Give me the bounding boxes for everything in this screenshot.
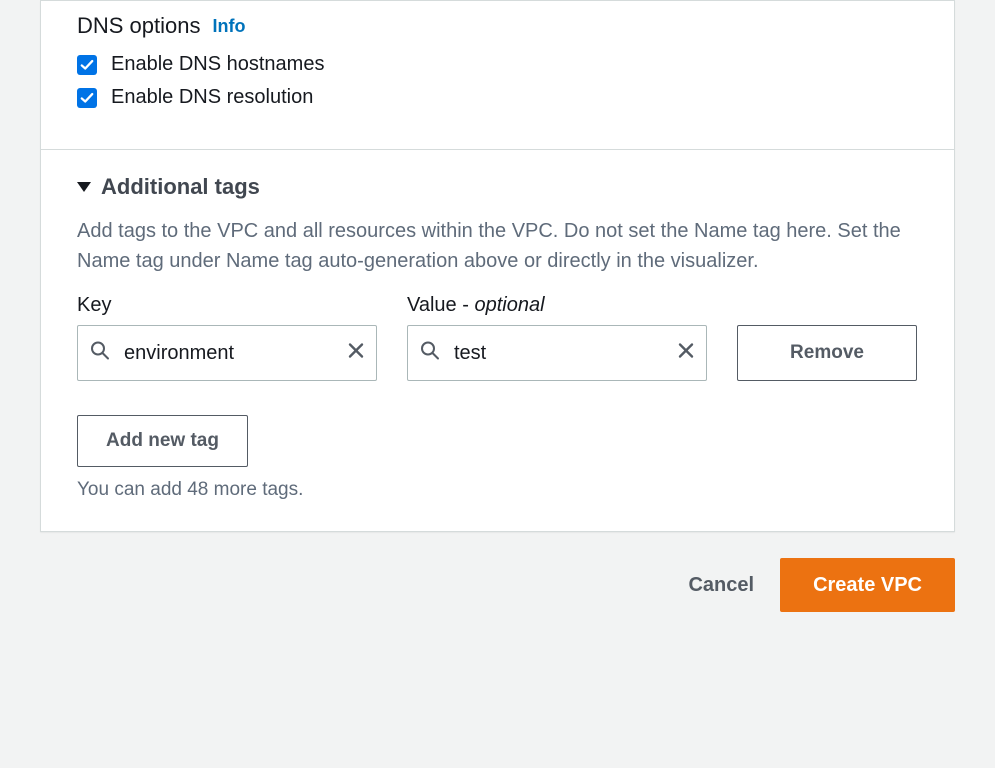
- tag-value-input[interactable]: [452, 341, 664, 366]
- dns-hostnames-label: Enable DNS hostnames: [111, 53, 324, 76]
- tags-remaining-hint: You can add 48 more tags.: [77, 479, 918, 501]
- tag-key-input-wrap[interactable]: [77, 325, 377, 381]
- tag-remove-col: Remove: [737, 325, 917, 381]
- tag-value-label-prefix: Value -: [407, 294, 474, 316]
- tag-key-col: Key: [77, 294, 377, 381]
- tag-value-label: Value - optional: [407, 294, 707, 317]
- dns-title: DNS options: [77, 13, 201, 39]
- add-tag-button[interactable]: Add new tag: [77, 415, 248, 467]
- tag-key-label: Key: [77, 294, 377, 317]
- clear-icon[interactable]: [346, 341, 366, 366]
- check-icon: [80, 91, 94, 105]
- form-footer: Cancel Create VPC: [0, 532, 995, 642]
- dns-resolution-row: Enable DNS resolution: [77, 86, 918, 109]
- dns-resolution-checkbox[interactable]: [77, 88, 97, 108]
- dns-title-row: DNS options Info: [77, 13, 918, 39]
- dns-hostnames-checkbox[interactable]: [77, 55, 97, 75]
- tag-value-label-optional: optional: [474, 294, 544, 316]
- tag-key-input[interactable]: [122, 341, 334, 366]
- search-icon: [90, 341, 110, 366]
- tag-value-col: Value - optional: [407, 294, 707, 381]
- search-icon: [420, 341, 440, 366]
- info-link[interactable]: Info: [213, 16, 246, 37]
- dns-options-section: DNS options Info Enable DNS hostnames En…: [41, 1, 954, 150]
- additional-tags-section: Additional tags Add tags to the VPC and …: [41, 150, 954, 531]
- dns-resolution-label: Enable DNS resolution: [111, 86, 313, 109]
- form-panel: DNS options Info Enable DNS hostnames En…: [40, 0, 955, 532]
- check-icon: [80, 58, 94, 72]
- tag-row: Key Value - optional: [77, 294, 918, 381]
- tag-value-input-wrap[interactable]: [407, 325, 707, 381]
- chevron-down-icon: [77, 182, 91, 192]
- clear-icon[interactable]: [676, 341, 696, 366]
- additional-tags-toggle[interactable]: Additional tags: [77, 174, 918, 200]
- additional-tags-title: Additional tags: [101, 174, 260, 200]
- cancel-button[interactable]: Cancel: [688, 574, 754, 597]
- remove-tag-button[interactable]: Remove: [737, 325, 917, 381]
- dns-hostnames-row: Enable DNS hostnames: [77, 53, 918, 76]
- create-vpc-button[interactable]: Create VPC: [780, 558, 955, 612]
- tags-description: Add tags to the VPC and all resources wi…: [77, 216, 918, 276]
